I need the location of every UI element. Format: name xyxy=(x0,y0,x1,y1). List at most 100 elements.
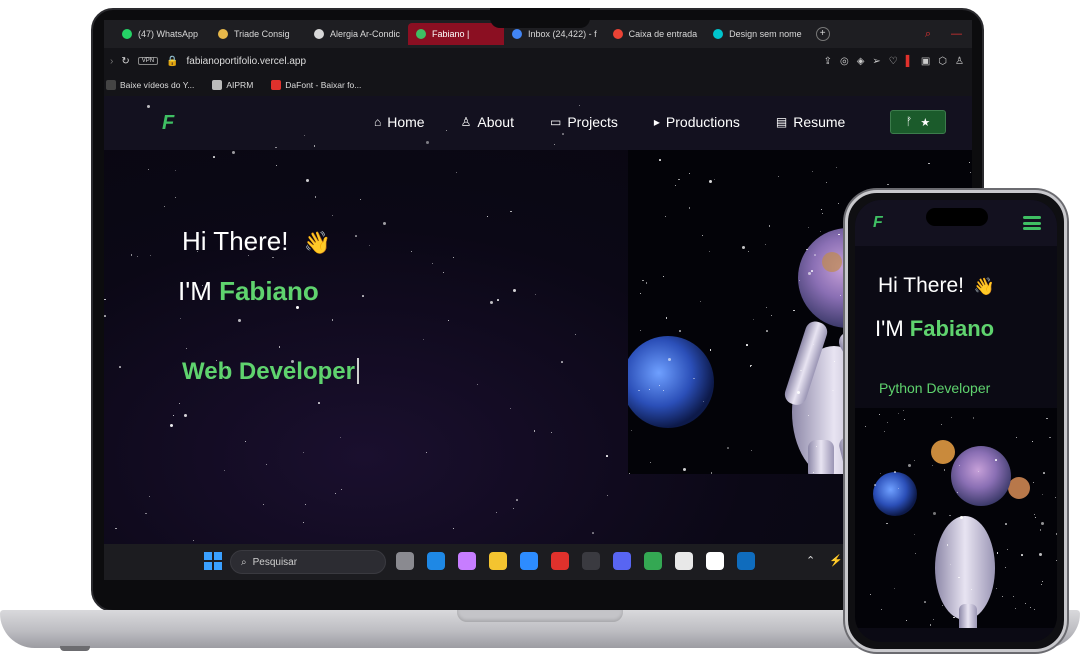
tray-power-icon[interactable]: ⚡ xyxy=(829,554,843,567)
wave-icon: 👋 xyxy=(303,230,332,255)
tab-favicon-icon xyxy=(218,29,228,39)
star xyxy=(606,455,608,457)
star xyxy=(913,459,915,461)
browser-tab[interactable]: Caixa de entrada xyxy=(605,23,706,45)
bookmark-item[interactable]: AIPRM xyxy=(212,80,253,90)
github-star-button[interactable]: ᚠ ★ xyxy=(890,110,946,134)
nav-link-about[interactable]: ♙ About xyxy=(461,114,514,130)
star xyxy=(1043,472,1045,474)
address-bar-tools: ⇪ ◎ ◈ ➢ ♡ ▌ ▣ ⬡ ♙ xyxy=(824,56,972,67)
search-icon: ⌕ xyxy=(241,556,247,568)
copilot-icon[interactable] xyxy=(458,552,476,570)
cube-icon[interactable]: ⬡ xyxy=(938,56,947,67)
star xyxy=(1024,602,1026,604)
tab-label: Fabiano | xyxy=(432,29,470,39)
browser-tab[interactable]: Fabiano | xyxy=(408,23,505,45)
send-icon[interactable]: ➢ xyxy=(872,56,880,67)
tab-label: Caixa de entrada xyxy=(628,29,698,39)
bookmark-item[interactable]: Baixe vídeos do Y... xyxy=(106,80,194,90)
search-icon[interactable]: ⌕ xyxy=(925,28,931,41)
browser-tab[interactable]: Alergia Ar-Condic xyxy=(306,23,408,45)
hero-typewriter-role: Web Developer xyxy=(182,358,359,386)
hamburger-menu-icon[interactable] xyxy=(1023,216,1041,230)
file-icon[interactable] xyxy=(396,552,414,570)
url-field[interactable]: fabianoportifolio.vercel.app xyxy=(187,56,307,67)
star xyxy=(1033,513,1035,515)
star xyxy=(931,465,933,467)
star xyxy=(304,503,307,506)
tray-chevron-icon[interactable]: ⌃ xyxy=(806,554,815,567)
star xyxy=(175,170,177,172)
bookmark-label: AIPRM xyxy=(226,80,254,90)
vpn-badge[interactable]: VPN xyxy=(137,57,159,65)
edge-icon[interactable] xyxy=(427,552,445,570)
star xyxy=(262,504,264,506)
star xyxy=(487,216,489,218)
browser-tab[interactable]: (47) WhatsApp xyxy=(114,23,210,45)
star xyxy=(958,576,960,579)
star xyxy=(1005,523,1007,525)
star-icon: ★ xyxy=(920,116,931,129)
star xyxy=(510,210,512,213)
star xyxy=(874,484,876,486)
explorer-icon[interactable] xyxy=(489,552,507,570)
phone-site-logo[interactable]: F xyxy=(873,214,883,232)
hero-name: I'M Fabiano xyxy=(178,276,319,307)
new-tab-button[interactable]: + xyxy=(815,27,830,41)
site-logo[interactable]: F xyxy=(162,112,174,135)
star xyxy=(341,488,343,490)
phone-frame: F Hi There! 👋 I'M Fabiano Python Develop… xyxy=(845,190,1067,652)
star xyxy=(887,183,889,186)
nav-link-resume[interactable]: ▤ Resume xyxy=(776,114,845,130)
capcut-icon[interactable] xyxy=(706,552,724,570)
star xyxy=(949,514,951,517)
tab-label: Design sem nome xyxy=(729,29,802,39)
star xyxy=(995,459,997,461)
opera-icon[interactable] xyxy=(551,552,569,570)
outlook-icon[interactable] xyxy=(737,552,755,570)
nav-link-productions[interactable]: ▸ Productions xyxy=(654,114,740,130)
profile-icon[interactable]: ♙ xyxy=(955,56,964,67)
share-icon[interactable]: ⇪ xyxy=(824,56,832,67)
heart-icon[interactable]: ♡ xyxy=(889,56,898,67)
shield-icon[interactable]: ◈ xyxy=(857,56,865,67)
star xyxy=(509,407,512,410)
browser-tab[interactable]: Design sem nome xyxy=(705,23,810,45)
phone-astronaut-leg xyxy=(959,604,977,628)
phone-hero-role: Python Developer xyxy=(879,380,991,396)
tab-favicon-icon xyxy=(512,29,523,39)
star xyxy=(941,423,943,425)
star xyxy=(628,472,630,474)
forward-icon[interactable]: › xyxy=(110,56,113,67)
phone-hero-greeting: Hi There! 👋 xyxy=(878,274,995,298)
extension-icon[interactable]: ▣ xyxy=(921,56,930,67)
star xyxy=(662,275,664,277)
terminal-icon[interactable] xyxy=(582,552,600,570)
star xyxy=(562,133,564,135)
bookmark-item[interactable]: DaFont - Baixar fo... xyxy=(271,80,361,90)
star xyxy=(452,528,454,530)
star xyxy=(668,357,672,361)
star xyxy=(275,146,277,149)
divider-icon: ▌ xyxy=(905,55,913,67)
discord-icon[interactable] xyxy=(613,552,631,570)
star xyxy=(410,251,412,253)
nav-link-projects[interactable]: ▭ Projects xyxy=(550,114,618,130)
tab-favicon-icon xyxy=(122,29,132,39)
windows-start-icon[interactable] xyxy=(204,552,222,570)
star xyxy=(359,199,361,201)
store-icon[interactable] xyxy=(520,552,538,570)
nav-link-home[interactable]: ⌂ Home xyxy=(374,114,425,130)
browser-tab[interactable]: Triade Consig xyxy=(210,23,306,45)
camera-icon[interactable]: ◎ xyxy=(840,56,849,67)
notes-icon[interactable] xyxy=(675,552,693,570)
star xyxy=(148,169,150,171)
chrome-icon[interactable] xyxy=(644,552,662,570)
tab-favicon-icon xyxy=(713,29,724,39)
minimize-icon[interactable]: — xyxy=(951,28,962,41)
star xyxy=(453,256,455,258)
taskbar-search[interactable]: ⌕ Pesquisar xyxy=(230,550,386,574)
star xyxy=(148,495,150,497)
browser-address-bar: › ↻ VPN 🔒 fabianoportifolio.vercel.app ⇪… xyxy=(104,48,972,74)
reload-icon[interactable]: ↻ xyxy=(121,56,129,67)
